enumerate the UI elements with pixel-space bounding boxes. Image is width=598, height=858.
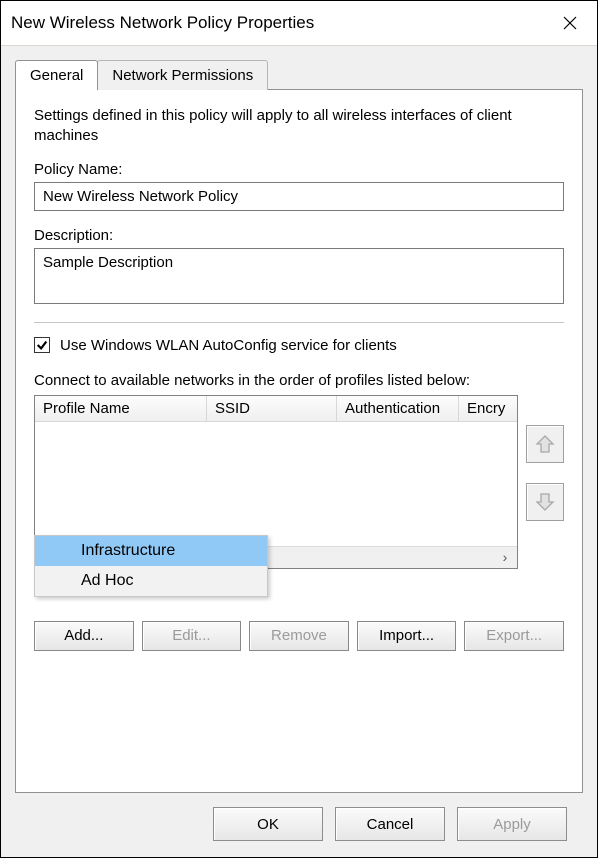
move-up-button[interactable] xyxy=(526,425,564,463)
menu-item-infrastructure[interactable]: Infrastructure xyxy=(35,536,267,566)
autoconfig-label: Use Windows WLAN AutoConfig service for … xyxy=(60,337,397,354)
arrow-up-icon xyxy=(533,432,557,456)
description-label: Description: xyxy=(34,227,564,244)
arrow-down-icon xyxy=(533,490,557,514)
policy-name-label: Policy Name: xyxy=(34,161,564,178)
export-button: Export... xyxy=(464,621,564,651)
profile-button-row: Add... Edit... Remove Import... Export..… xyxy=(34,621,564,651)
col-authentication[interactable]: Authentication xyxy=(337,396,459,421)
scroll-right-icon[interactable]: › xyxy=(493,549,517,565)
tabpanel-general: Settings defined in this policy will app… xyxy=(15,89,583,793)
col-encryption[interactable]: Encry xyxy=(459,396,517,421)
close-icon xyxy=(563,16,577,30)
check-icon xyxy=(36,339,48,351)
window-title: New Wireless Network Policy Properties xyxy=(11,13,314,33)
close-button[interactable] xyxy=(555,8,585,38)
remove-button: Remove xyxy=(249,621,349,651)
table-header: Profile Name SSID Authentication Encry xyxy=(35,396,517,422)
edit-button: Edit... xyxy=(142,621,242,651)
move-down-button[interactable] xyxy=(526,483,564,521)
reorder-arrows xyxy=(526,395,564,569)
tab-general[interactable]: General xyxy=(15,60,98,90)
titlebar: New Wireless Network Policy Properties xyxy=(1,1,597,45)
profiles-block: Profile Name SSID Authentication Encry › xyxy=(34,395,564,569)
autoconfig-checkbox[interactable] xyxy=(34,337,50,353)
connect-order-label: Connect to available networks in the ord… xyxy=(34,372,564,389)
cancel-button[interactable]: Cancel xyxy=(335,807,445,841)
import-button[interactable]: Import... xyxy=(357,621,457,651)
tabstrip: General Network Permissions xyxy=(15,60,583,90)
col-ssid[interactable]: SSID xyxy=(207,396,337,421)
ok-button[interactable]: OK xyxy=(213,807,323,841)
dialog-footer: OK Cancel Apply xyxy=(15,793,583,857)
dialog-body: General Network Permissions Settings def… xyxy=(1,45,597,857)
add-menu-popup: Infrastructure Ad Hoc xyxy=(34,535,268,597)
tab-network-permissions[interactable]: Network Permissions xyxy=(97,60,268,90)
col-profile-name[interactable]: Profile Name xyxy=(35,396,207,421)
menu-item-adhoc[interactable]: Ad Hoc xyxy=(35,566,267,596)
description-input[interactable]: Sample Description xyxy=(34,248,564,304)
apply-button: Apply xyxy=(457,807,567,841)
add-button[interactable]: Add... xyxy=(34,621,134,651)
intro-text: Settings defined in this policy will app… xyxy=(34,106,564,147)
divider xyxy=(34,322,564,323)
dialog-window: New Wireless Network Policy Properties G… xyxy=(0,0,598,858)
policy-name-input[interactable] xyxy=(34,182,564,211)
autoconfig-row: Use Windows WLAN AutoConfig service for … xyxy=(34,337,564,354)
